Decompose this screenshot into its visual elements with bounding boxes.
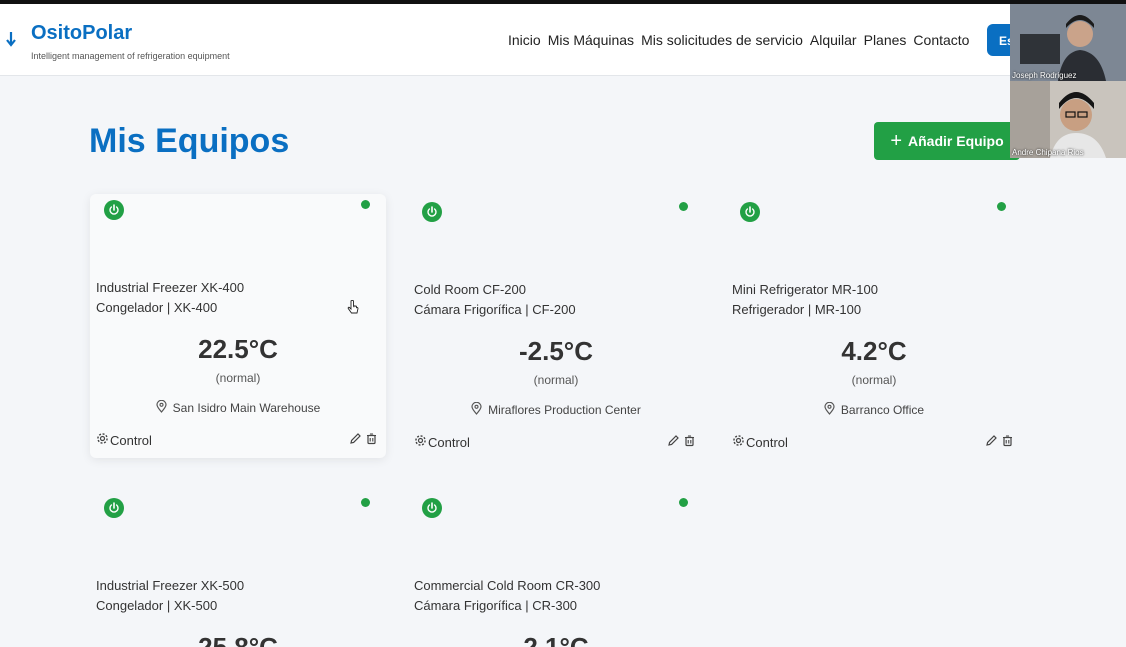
plus-icon: + xyxy=(890,130,902,152)
equipment-name: Mini Refrigerator MR-100 xyxy=(732,282,878,297)
brand-subtitle: Intelligent management of refrigeration … xyxy=(31,51,230,61)
trash-icon[interactable] xyxy=(365,432,378,450)
location-pin-icon xyxy=(471,401,482,418)
equipment-card[interactable]: Industrial Freezer XK-400 Congelador | X… xyxy=(90,194,386,458)
equipment-location: San Isidro Main Warehouse xyxy=(90,399,386,416)
control-label: Control xyxy=(428,434,470,450)
equipment-name: Industrial Freezer XK-500 xyxy=(96,578,245,593)
card-actions xyxy=(985,434,1014,452)
gear-icon xyxy=(732,434,745,450)
equipment-card[interactable]: Mini Refrigerator MR-100 Refrigerador | … xyxy=(726,196,1022,460)
trash-icon[interactable] xyxy=(1001,434,1014,452)
control-button[interactable]: Control xyxy=(96,432,152,448)
edit-icon[interactable] xyxy=(349,432,362,450)
equipment-name: Commercial Cold Room CR-300 xyxy=(414,578,601,593)
power-icon[interactable] xyxy=(422,498,442,518)
temperature-status: (normal) xyxy=(533,373,579,387)
nav-item-solicitudes[interactable]: Mis solicitudes de servicio xyxy=(641,32,803,48)
nav-item-alquilar[interactable]: Alquilar xyxy=(810,32,857,48)
status-dot-icon xyxy=(361,200,370,209)
control-label: Control xyxy=(110,432,152,448)
status-dot-icon xyxy=(679,202,688,211)
hand-cursor-icon xyxy=(347,300,359,321)
video-tile: Andre Chipana Rios xyxy=(1010,81,1126,158)
participant-video-icon xyxy=(1010,81,1126,158)
equipment-card[interactable]: Industrial Freezer XK-500 Congelador | X… xyxy=(90,492,386,647)
trash-icon[interactable] xyxy=(683,434,696,452)
equipment-type: Cámara Frigorífica | CF-200 xyxy=(414,302,576,317)
location-label: Barranco Office xyxy=(840,403,925,417)
nav-item-planes[interactable]: Planes xyxy=(864,32,907,48)
equipment-location: Miraflores Production Center xyxy=(408,401,704,418)
app-header: OsitoPolar Intelligent management of ref… xyxy=(0,4,1126,76)
equipment-temperature: 4.2°C xyxy=(841,336,907,366)
power-icon[interactable] xyxy=(740,202,760,222)
card-actions xyxy=(349,432,378,450)
thermometer-icon xyxy=(6,32,16,52)
add-equipment-button[interactable]: + Añadir Equipo xyxy=(874,122,1020,160)
equipment-location: Barranco Office xyxy=(726,401,1022,418)
card-actions xyxy=(667,434,696,452)
nav-item-contacto[interactable]: Contacto xyxy=(913,32,969,48)
status-dot-icon xyxy=(997,202,1006,211)
equipment-card[interactable]: Commercial Cold Room CR-300 Cámara Frigo… xyxy=(408,492,704,647)
page-title: Mis Equipos xyxy=(89,122,290,160)
edit-icon[interactable] xyxy=(985,434,998,452)
location-label: Miraflores Production Center xyxy=(488,403,641,417)
edit-icon[interactable] xyxy=(667,434,680,452)
nav-item-mis-maquinas[interactable]: Mis Máquinas xyxy=(548,32,634,48)
gear-icon xyxy=(414,434,427,450)
equipment-type: Cámara Frigorífica | CR-300 xyxy=(414,598,578,613)
equipment-temperature: 25.8°C xyxy=(198,632,278,647)
status-dot-icon xyxy=(361,498,370,507)
equipment-temperature: 2.1°C xyxy=(523,632,589,647)
equipment-name: Cold Room CF-200 xyxy=(414,282,526,297)
power-icon[interactable] xyxy=(104,200,124,220)
location-label: San Isidro Main Warehouse xyxy=(172,401,321,415)
equipment-name: Industrial Freezer XK-400 xyxy=(96,280,245,295)
add-equipment-label: Añadir Equipo xyxy=(908,133,1004,149)
participant-video-icon xyxy=(1010,4,1126,81)
equipment-type: Congelador | XK-500 xyxy=(96,598,218,613)
power-icon[interactable] xyxy=(104,498,124,518)
equipment-type: Congelador | XK-400 xyxy=(96,300,218,315)
power-icon[interactable] xyxy=(422,202,442,222)
video-tile: Joseph Rodriguez xyxy=(1010,4,1126,81)
equipment-type: Refrigerador | MR-100 xyxy=(732,302,862,317)
control-button[interactable]: Control xyxy=(414,434,470,450)
location-pin-icon xyxy=(824,401,835,418)
control-button[interactable]: Control xyxy=(732,434,788,450)
control-label: Control xyxy=(746,434,788,450)
location-pin-icon xyxy=(156,399,167,416)
temperature-status: (normal) xyxy=(851,373,897,387)
equipment-temperature: -2.5°C xyxy=(519,336,593,366)
nav-item-inicio[interactable]: Inicio xyxy=(508,32,541,48)
temperature-status: (normal) xyxy=(215,371,261,385)
participant-name: Joseph Rodriguez xyxy=(1012,71,1077,80)
equipment-temperature: 22.5°C xyxy=(198,334,278,364)
gear-icon xyxy=(96,432,109,448)
status-dot-icon xyxy=(679,498,688,507)
brand-title[interactable]: OsitoPolar xyxy=(31,22,132,45)
main-nav: Inicio Mis Máquinas Mis solicitudes de s… xyxy=(508,32,969,48)
equipment-card[interactable]: Cold Room CF-200 Cámara Frigorífica | CF… xyxy=(408,196,704,460)
participant-name: Andre Chipana Rios xyxy=(1012,148,1084,157)
